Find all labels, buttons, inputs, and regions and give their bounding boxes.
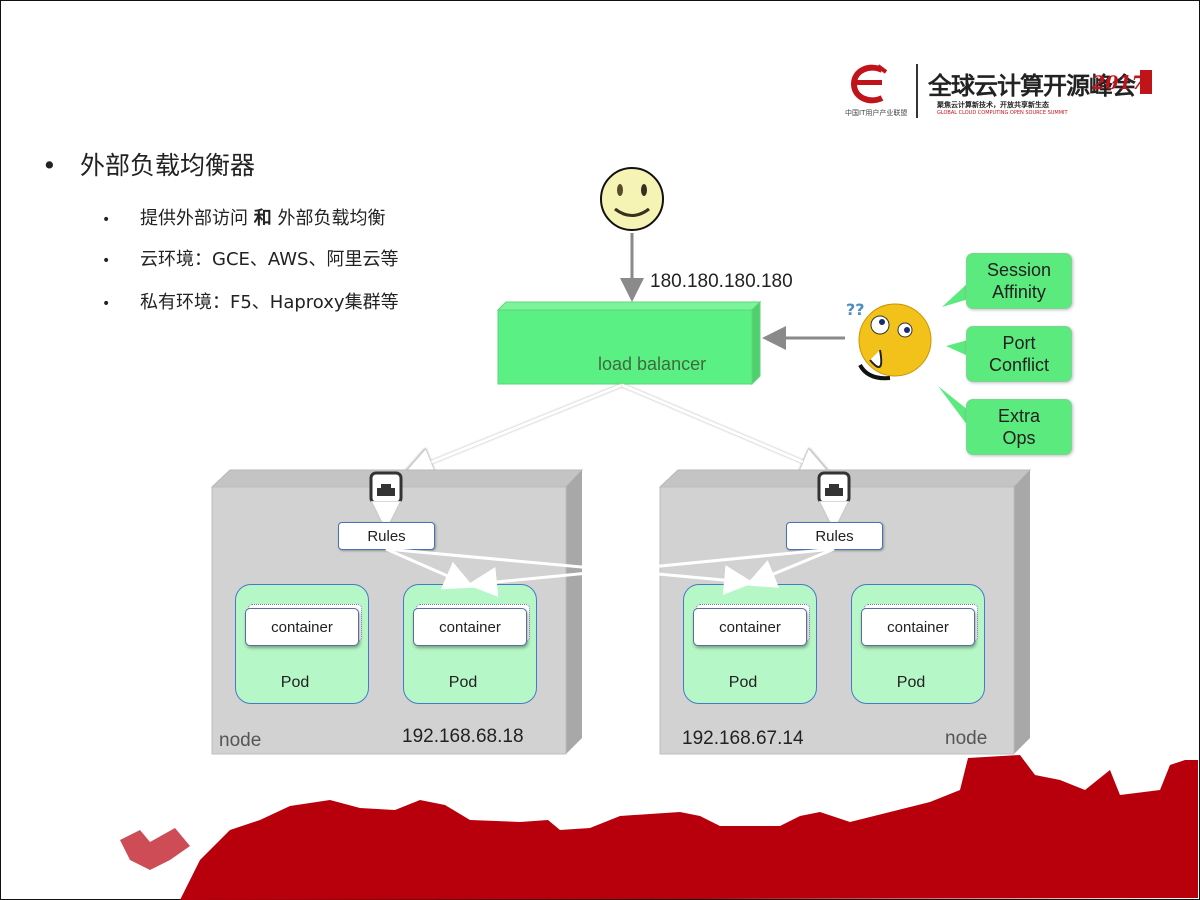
node-label: node bbox=[219, 730, 262, 751]
network-port-icon bbox=[369, 471, 403, 505]
load-balancer-label: load balancer bbox=[598, 354, 707, 374]
bubble-tail bbox=[946, 340, 968, 356]
bubble-text: Extra bbox=[997, 406, 1040, 426]
container-box: container bbox=[693, 608, 807, 646]
lb-to-node2-arrow bbox=[621, 383, 822, 470]
pod-label: Pod bbox=[280, 674, 310, 691]
rules-box: Rules bbox=[338, 522, 435, 550]
concern-bubble-port-conflict: Port Conflict bbox=[966, 326, 1072, 382]
concern-bubble-extra-ops: Extra Ops bbox=[966, 399, 1072, 455]
node-ip: 192.168.68.18 bbox=[402, 726, 524, 747]
bubble-tail bbox=[938, 386, 968, 426]
network-port-icon bbox=[817, 471, 851, 505]
pod-label: Pod bbox=[728, 674, 758, 691]
node-ip: 192.168.67.14 bbox=[682, 728, 804, 749]
bubble-text: Conflict bbox=[988, 355, 1050, 375]
node-label: node bbox=[945, 728, 988, 749]
container-box: container bbox=[245, 608, 359, 646]
concern-bubble-session-affinity: Session Affinity bbox=[966, 253, 1072, 309]
bubble-text: Ops bbox=[1002, 428, 1036, 448]
bubble-text: Session bbox=[986, 260, 1052, 280]
rules-box: Rules bbox=[786, 522, 883, 550]
user-smiley-icon bbox=[600, 167, 664, 231]
pod-label: Pod bbox=[448, 674, 478, 691]
thinking-face-icon: ?? bbox=[846, 300, 932, 381]
svg-text:??: ?? bbox=[846, 300, 865, 319]
lb-to-node1-arrow bbox=[412, 383, 623, 470]
container-box: container bbox=[861, 608, 975, 646]
pod-label: Pod bbox=[896, 674, 926, 691]
red-mountain-decoration bbox=[180, 755, 1198, 900]
external-ip-label: 180.180.180.180 bbox=[650, 271, 793, 292]
red-splatter-decoration bbox=[120, 828, 190, 870]
bubble-text: Affinity bbox=[992, 282, 1046, 302]
container-box: container bbox=[413, 608, 527, 646]
bubble-text: Port bbox=[1002, 333, 1036, 353]
